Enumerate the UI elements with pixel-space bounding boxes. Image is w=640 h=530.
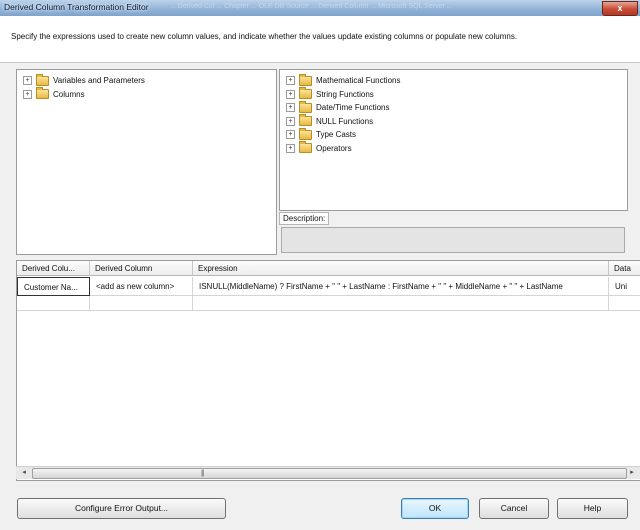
expand-icon[interactable]: + (286, 116, 295, 126)
expand-icon[interactable]: + (23, 76, 32, 86)
functions-tree[interactable]: + Mathematical Functions + String Functi… (279, 69, 628, 211)
expand-icon[interactable]: + (286, 89, 295, 99)
header-panel: Specify the expressions used to create n… (0, 16, 640, 63)
header-description: Specify the expressions used to create n… (11, 32, 518, 41)
tree-node-label: Variables and Parameters (53, 76, 145, 86)
cancel-button[interactable]: Cancel (479, 498, 549, 519)
folder-icon (36, 73, 49, 86)
title-bar: ... Derived Col ... Chapter ... OLE DB S… (0, 0, 640, 17)
empty-row-cell[interactable] (193, 296, 609, 311)
tree-node-label: Type Casts (316, 130, 357, 140)
configure-error-output-button[interactable]: Configure Error Output... (17, 498, 226, 519)
window-title: Derived Column Transformation Editor (4, 2, 149, 12)
tree-node-label: String Functions (316, 89, 374, 99)
tree-node-columns[interactable]: + Columns (23, 87, 145, 102)
close-icon[interactable]: x (617, 3, 622, 13)
tree-node-label: Date/Time Functions (316, 103, 390, 113)
tree-node-type-casts[interactable]: + Type Casts (286, 127, 400, 142)
cell-derived-column-name[interactable]: Customer Na... (17, 277, 90, 296)
ok-button[interactable]: OK (401, 498, 469, 519)
expand-icon[interactable]: + (286, 130, 295, 140)
folder-icon (299, 73, 312, 86)
empty-row-cell[interactable] (17, 296, 90, 311)
tree-node-label: Mathematical Functions (316, 76, 401, 86)
empty-row-cell[interactable] (90, 296, 193, 311)
title-bar-background-text: ... Derived Col ... Chapter ... OLE DB S… (170, 3, 453, 10)
tree-node-null-functions[interactable]: + NULL Functions (286, 114, 400, 129)
expand-icon[interactable]: + (286, 76, 295, 86)
column-header-data-type[interactable]: Data (609, 261, 640, 276)
folder-icon (299, 114, 312, 127)
folder-icon (299, 100, 312, 113)
cell-derived-column[interactable]: <add as new column> (90, 277, 193, 296)
help-button[interactable]: Help (557, 498, 628, 519)
folder-icon (299, 127, 312, 140)
folder-icon (299, 87, 312, 100)
folder-icon (299, 141, 312, 154)
column-header-derived-column-name[interactable]: Derived Colu... (17, 261, 90, 276)
column-header-expression[interactable]: Expression (193, 261, 609, 276)
variables-columns-tree[interactable]: + Variables and Parameters + Columns (16, 69, 277, 255)
description-label: Description: (279, 212, 330, 225)
tree-node-label: Columns (53, 89, 85, 99)
tree-node-string-functions[interactable]: + String Functions (286, 87, 400, 102)
cell-expression[interactable]: ISNULL(MiddleName) ? FirstName + " " + L… (193, 277, 609, 296)
empty-row-cell[interactable] (609, 296, 640, 311)
derived-column-grid[interactable]: Derived Colu... Derived Column Expressio… (16, 260, 640, 481)
column-header-derived-column[interactable]: Derived Column (90, 261, 193, 276)
scroll-left-arrow-icon[interactable]: ◂ (18, 468, 30, 478)
tree-node-label: Operators (316, 143, 352, 153)
scrollbar-thumb[interactable]: ||| (32, 468, 627, 479)
tree-node-variables-and-parameters[interactable]: + Variables and Parameters (23, 73, 145, 88)
expand-icon[interactable]: + (286, 103, 295, 113)
folder-icon (36, 87, 49, 100)
description-box (281, 227, 625, 253)
scrollbar-grip-icon: ||| (201, 470, 205, 477)
expand-icon[interactable]: + (23, 89, 32, 99)
close-button[interactable]: x (602, 1, 638, 16)
tree-node-operators[interactable]: + Operators (286, 141, 400, 156)
tree-node-mathematical-functions[interactable]: + Mathematical Functions (286, 73, 401, 88)
tree-node-label: NULL Functions (316, 116, 374, 126)
expand-icon[interactable]: + (286, 143, 295, 153)
horizontal-scrollbar[interactable]: ◂ ||| ▸ (16, 466, 640, 479)
scroll-right-arrow-icon[interactable]: ▸ (626, 468, 638, 478)
tree-node-date-time-functions[interactable]: + Date/Time Functions (286, 100, 400, 115)
cell-data-type[interactable]: Uni (609, 277, 640, 296)
